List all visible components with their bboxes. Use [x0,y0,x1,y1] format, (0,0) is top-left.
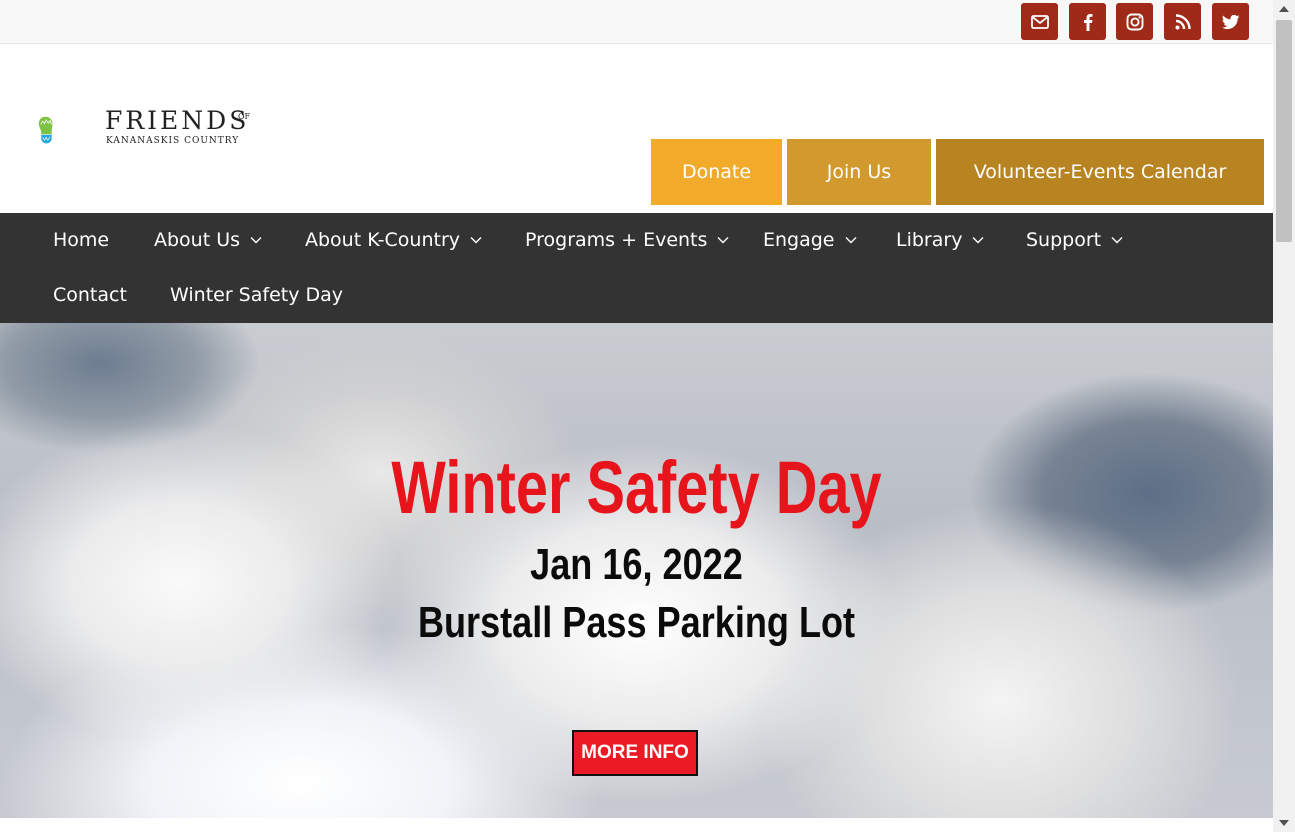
facebook-link[interactable] [1069,3,1106,40]
instagram-link[interactable] [1116,3,1153,40]
nav-label: Contact [53,284,127,306]
hero-date: Jan 16, 2022 [530,540,743,589]
chevron-down-icon [1111,237,1123,244]
instagram-icon [1126,13,1143,30]
nav-label: About K-Country [305,229,461,251]
envelope-icon [1030,14,1049,29]
nav-label: Winter Safety Day [170,284,344,306]
twitter-icon [1221,14,1239,29]
donate-button[interactable]: Donate [651,139,782,205]
social-bar [0,0,1273,44]
vertical-scrollbar[interactable] [1273,0,1295,832]
page-bottom-strip [0,818,1273,832]
twitter-link[interactable] [1212,3,1249,40]
volunteer-events-calendar-button[interactable]: Volunteer-Events Calendar [936,139,1264,205]
scroll-down-arrow-icon[interactable] [1273,814,1295,832]
logo-mark-icon [38,116,53,144]
nav-label: Support [1026,229,1102,251]
nav-label: Programs + Events [525,229,708,251]
rss-link[interactable] [1164,3,1201,40]
rss-icon [1175,13,1191,29]
nav-item-about-us[interactable]: About Us [154,229,262,251]
nav-item-library[interactable]: Library [896,229,984,251]
email-link[interactable] [1021,3,1058,40]
site-logo[interactable]: FRIENDS OF KANANASKIS COUNTRY [0,44,270,213]
main-nav: Home About Us About K-Country Programs +… [0,213,1273,323]
logo-of: OF [238,112,251,121]
logo-subtitle: KANANASKIS COUNTRY [106,136,240,146]
chevron-down-icon [972,237,984,244]
chevron-down-icon [470,237,482,244]
nav-label: Home [53,229,110,251]
join-us-button[interactable]: Join Us [787,139,931,205]
nav-label: About Us [154,229,241,251]
more-info-button[interactable]: MORE INFO [572,730,698,776]
hero-location: Burstall Pass Parking Lot [417,598,856,647]
chevron-down-icon [717,237,729,244]
nav-item-contact[interactable]: Contact [53,284,127,306]
chevron-down-icon [250,237,262,244]
nav-item-about-k-country[interactable]: About K-Country [305,229,482,251]
hero-title: Winter Safety Day [391,446,882,529]
site-header: FRIENDS OF KANANASKIS COUNTRY Donate Joi… [0,44,1273,213]
nav-item-engage[interactable]: Engage [763,229,857,251]
scroll-up-arrow-icon[interactable] [1273,0,1295,18]
chevron-down-icon [845,237,857,244]
facebook-icon [1083,13,1092,31]
nav-item-programs-events[interactable]: Programs + Events [525,229,729,251]
logo-title: FRIENDS [105,106,250,135]
nav-label: Engage [763,229,835,251]
scroll-thumb[interactable] [1276,20,1292,242]
nav-item-winter-safety-day[interactable]: Winter Safety Day [170,284,343,306]
nav-item-home[interactable]: Home [53,229,109,251]
nav-label: Library [896,229,963,251]
nav-item-support[interactable]: Support [1026,229,1123,251]
hero-banner: Winter Safety Day Jan 16, 2022 Burstall … [0,323,1273,818]
